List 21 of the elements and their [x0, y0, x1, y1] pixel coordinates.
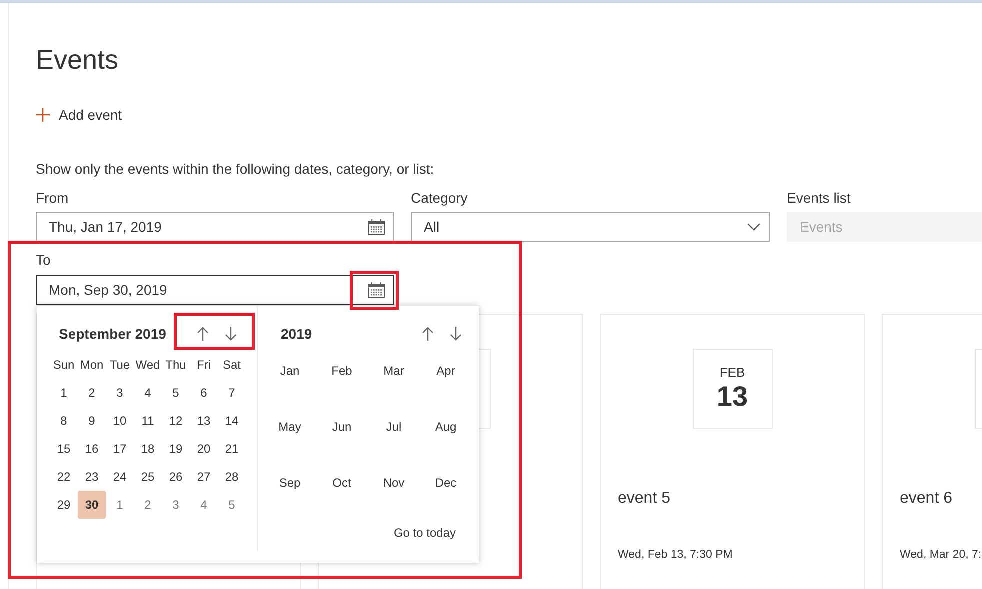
weekday-label: Sat	[222, 357, 242, 374]
event-date: Wed, Feb 13, 7:30 PM	[618, 549, 734, 561]
event-date: Wed, Mar 20, 7:	[900, 549, 982, 561]
month-title: September 2019	[59, 326, 168, 342]
event-title: event 5	[618, 489, 672, 509]
event-title: event 6	[900, 489, 954, 509]
page-title: Events	[36, 44, 120, 77]
field-label: To	[36, 251, 52, 269]
weekday-label: Fri	[196, 357, 212, 374]
year-title: 2019	[281, 326, 314, 342]
weekday-label: Mon	[79, 357, 105, 374]
weekday-label: Sun	[52, 357, 76, 374]
filter-description: Show only the events within the following dates, category, or list:	[36, 160, 436, 178]
field-label: Category	[411, 189, 469, 207]
date-day: 13	[716, 381, 748, 413]
field-label: From	[36, 189, 70, 207]
date-month: FEB	[720, 365, 746, 381]
weekday-label: Tue	[108, 357, 132, 374]
weekday-label: Wed	[134, 357, 162, 374]
field-label: Events list	[787, 189, 852, 207]
weekday-label: Thu	[164, 357, 188, 374]
